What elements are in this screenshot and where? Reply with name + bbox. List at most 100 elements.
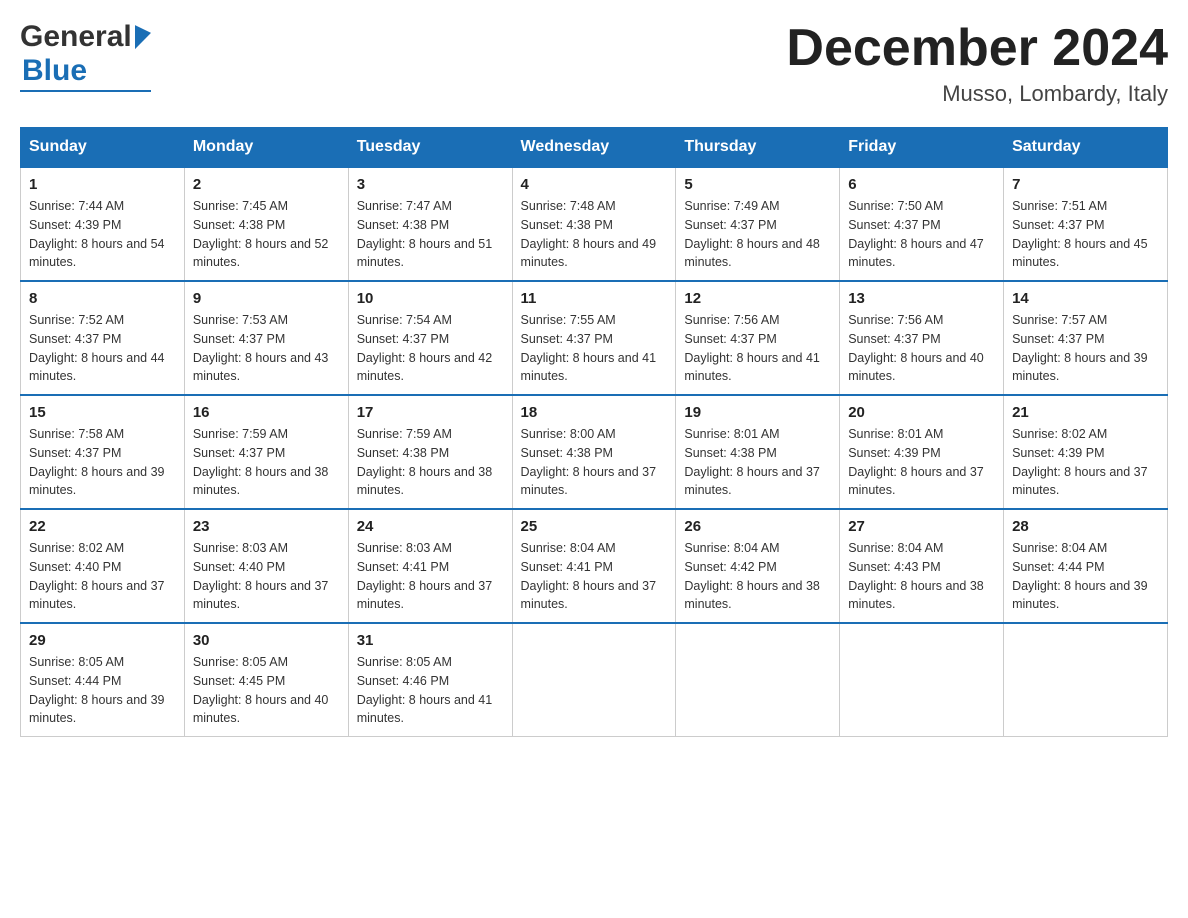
day-number: 13	[848, 290, 995, 307]
day-number: 28	[1012, 518, 1159, 535]
day-number: 23	[193, 518, 340, 535]
logo-blue-text: Blue	[22, 54, 87, 88]
logo-underline	[20, 90, 151, 92]
day-number: 15	[29, 404, 176, 421]
day-info: Sunrise: 8:05 AMSunset: 4:46 PMDaylight:…	[357, 653, 504, 728]
day-info: Sunrise: 8:03 AMSunset: 4:40 PMDaylight:…	[193, 539, 340, 614]
day-info: Sunrise: 7:56 AMSunset: 4:37 PMDaylight:…	[684, 311, 831, 386]
col-wednesday: Wednesday	[512, 128, 676, 168]
day-number: 30	[193, 632, 340, 649]
calendar-week-row: 8Sunrise: 7:52 AMSunset: 4:37 PMDaylight…	[21, 281, 1168, 395]
day-info: Sunrise: 8:05 AMSunset: 4:45 PMDaylight:…	[193, 653, 340, 728]
calendar-week-row: 22 Sunrise: 8:02 AMSunset: 4:40 PMDayligh…	[21, 509, 1168, 623]
col-tuesday: Tuesday	[348, 128, 512, 168]
day-number: 8	[29, 290, 176, 307]
calendar-day-cell: 6 Sunrise: 7:50 AMSunset: 4:37 PMDaylight…	[840, 167, 1004, 281]
day-info: Sunrise: 8:00 AMSunset: 4:38 PMDaylight:…	[521, 425, 668, 500]
logo: General Blue	[20, 20, 151, 92]
day-info: Sunrise: 7:48 AMSunset: 4:38 PMDaylight:…	[521, 197, 668, 272]
calendar-week-row: 15 Sunrise: 7:58 AMSunset: 4:37 PMDayligh…	[21, 395, 1168, 509]
day-number: 16	[193, 404, 340, 421]
day-number: 31	[357, 632, 504, 649]
calendar-day-cell: 3Sunrise: 7:47 AMSunset: 4:38 PMDaylight…	[348, 167, 512, 281]
calendar-day-cell: 16Sunrise: 7:59 AMSunset: 4:37 PMDayligh…	[184, 395, 348, 509]
day-number: 26	[684, 518, 831, 535]
day-number: 10	[357, 290, 504, 307]
day-info: Sunrise: 8:05 AMSunset: 4:44 PMDaylight:…	[29, 653, 176, 728]
day-info: Sunrise: 7:49 AMSunset: 4:37 PMDaylight:…	[684, 197, 831, 272]
day-info: Sunrise: 8:03 AMSunset: 4:41 PMDaylight:…	[357, 539, 504, 614]
calendar-day-cell: 12 Sunrise: 7:56 AMSunset: 4:37 PMDayligh…	[676, 281, 840, 395]
calendar-day-cell: 21Sunrise: 8:02 AMSunset: 4:39 PMDayligh…	[1004, 395, 1168, 509]
day-number: 5	[684, 176, 831, 193]
page-header: General Blue December 2024 Musso, Lombar…	[20, 20, 1168, 107]
location-subtitle: Musso, Lombardy, Italy	[786, 81, 1168, 107]
day-number: 9	[193, 290, 340, 307]
day-info: Sunrise: 7:50 AMSunset: 4:37 PMDaylight:…	[848, 197, 995, 272]
title-block: December 2024 Musso, Lombardy, Italy	[786, 20, 1168, 107]
day-info: Sunrise: 7:53 AMSunset: 4:37 PMDaylight:…	[193, 311, 340, 386]
calendar-day-cell: 15 Sunrise: 7:58 AMSunset: 4:37 PMDayligh…	[21, 395, 185, 509]
calendar-day-cell: 20Sunrise: 8:01 AMSunset: 4:39 PMDayligh…	[840, 395, 1004, 509]
day-info: Sunrise: 8:04 AMSunset: 4:43 PMDaylight:…	[848, 539, 995, 614]
day-number: 3	[357, 176, 504, 193]
calendar-day-cell: 30 Sunrise: 8:05 AMSunset: 4:45 PMDayligh…	[184, 623, 348, 737]
day-info: Sunrise: 8:02 AMSunset: 4:40 PMDaylight:…	[29, 539, 176, 614]
calendar-week-row: 1 Sunrise: 7:44 AMSunset: 4:39 PMDaylight…	[21, 167, 1168, 281]
calendar-day-cell: 28Sunrise: 8:04 AMSunset: 4:44 PMDayligh…	[1004, 509, 1168, 623]
calendar-day-cell: 19Sunrise: 8:01 AMSunset: 4:38 PMDayligh…	[676, 395, 840, 509]
day-number: 14	[1012, 290, 1159, 307]
calendar-day-cell: 11 Sunrise: 7:55 AMSunset: 4:37 PMDayligh…	[512, 281, 676, 395]
day-number: 6	[848, 176, 995, 193]
day-number: 29	[29, 632, 176, 649]
day-number: 1	[29, 176, 176, 193]
day-number: 24	[357, 518, 504, 535]
day-info: Sunrise: 7:54 AMSunset: 4:37 PMDaylight:…	[357, 311, 504, 386]
day-info: Sunrise: 7:58 AMSunset: 4:37 PMDaylight:…	[29, 425, 176, 500]
calendar-week-row: 29 Sunrise: 8:05 AMSunset: 4:44 PMDayligh…	[21, 623, 1168, 737]
logo-general-text: General	[20, 20, 132, 54]
calendar-day-cell: 27 Sunrise: 8:04 AMSunset: 4:43 PMDayligh…	[840, 509, 1004, 623]
col-sunday: Sunday	[21, 128, 185, 168]
calendar-day-cell: 23 Sunrise: 8:03 AMSunset: 4:40 PMDayligh…	[184, 509, 348, 623]
calendar-day-cell: 2Sunrise: 7:45 AMSunset: 4:38 PMDaylight…	[184, 167, 348, 281]
calendar-day-cell: 26 Sunrise: 8:04 AMSunset: 4:42 PMDayligh…	[676, 509, 840, 623]
day-number: 11	[521, 290, 668, 307]
day-number: 27	[848, 518, 995, 535]
calendar-day-cell: 1 Sunrise: 7:44 AMSunset: 4:39 PMDaylight…	[21, 167, 185, 281]
calendar-day-cell	[840, 623, 1004, 737]
calendar-day-cell: 24 Sunrise: 8:03 AMSunset: 4:41 PMDayligh…	[348, 509, 512, 623]
calendar-day-cell: 18 Sunrise: 8:00 AMSunset: 4:38 PMDayligh…	[512, 395, 676, 509]
day-number: 12	[684, 290, 831, 307]
calendar-body: 1 Sunrise: 7:44 AMSunset: 4:39 PMDaylight…	[21, 167, 1168, 737]
col-thursday: Thursday	[676, 128, 840, 168]
day-info: Sunrise: 7:57 AMSunset: 4:37 PMDaylight:…	[1012, 311, 1159, 386]
calendar-day-cell	[1004, 623, 1168, 737]
day-number: 18	[521, 404, 668, 421]
day-info: Sunrise: 8:04 AMSunset: 4:42 PMDaylight:…	[684, 539, 831, 614]
day-info: Sunrise: 8:04 AMSunset: 4:41 PMDaylight:…	[521, 539, 668, 614]
day-info: Sunrise: 7:44 AMSunset: 4:39 PMDaylight:…	[29, 197, 176, 272]
calendar-day-cell: 8Sunrise: 7:52 AMSunset: 4:37 PMDaylight…	[21, 281, 185, 395]
calendar-day-cell: 9 Sunrise: 7:53 AMSunset: 4:37 PMDaylight…	[184, 281, 348, 395]
col-friday: Friday	[840, 128, 1004, 168]
calendar-day-cell: 7 Sunrise: 7:51 AMSunset: 4:37 PMDaylight…	[1004, 167, 1168, 281]
day-number: 17	[357, 404, 504, 421]
day-info: Sunrise: 8:01 AMSunset: 4:39 PMDaylight:…	[848, 425, 995, 500]
calendar-day-cell: 31 Sunrise: 8:05 AMSunset: 4:46 PMDayligh…	[348, 623, 512, 737]
calendar-day-cell: 5 Sunrise: 7:49 AMSunset: 4:37 PMDaylight…	[676, 167, 840, 281]
calendar-day-cell: 25 Sunrise: 8:04 AMSunset: 4:41 PMDayligh…	[512, 509, 676, 623]
calendar-day-cell: 4 Sunrise: 7:48 AMSunset: 4:38 PMDaylight…	[512, 167, 676, 281]
calendar-day-cell	[676, 623, 840, 737]
day-info: Sunrise: 7:56 AMSunset: 4:37 PMDaylight:…	[848, 311, 995, 386]
day-info: Sunrise: 7:55 AMSunset: 4:37 PMDaylight:…	[521, 311, 668, 386]
calendar-table: Sunday Monday Tuesday Wednesday Thursday…	[20, 127, 1168, 737]
day-number: 4	[521, 176, 668, 193]
col-monday: Monday	[184, 128, 348, 168]
day-number: 22	[29, 518, 176, 535]
calendar-day-cell: 22 Sunrise: 8:02 AMSunset: 4:40 PMDayligh…	[21, 509, 185, 623]
day-number: 7	[1012, 176, 1159, 193]
header-row: Sunday Monday Tuesday Wednesday Thursday…	[21, 128, 1168, 168]
day-number: 25	[521, 518, 668, 535]
day-info: Sunrise: 7:51 AMSunset: 4:37 PMDaylight:…	[1012, 197, 1159, 272]
